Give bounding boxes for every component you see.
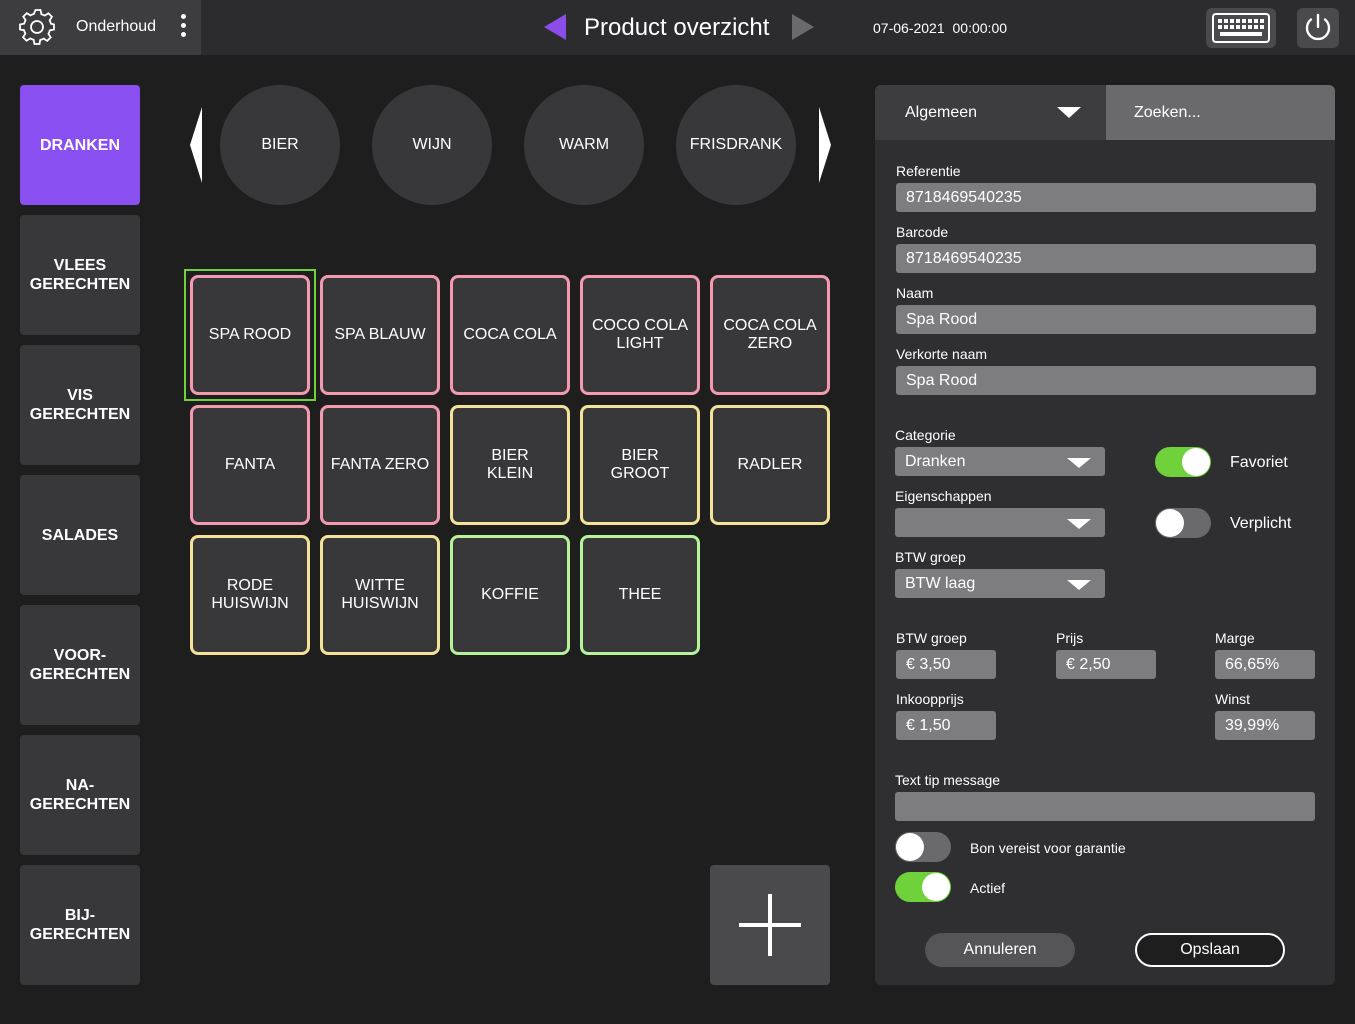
maintenance-menu[interactable]: Onderhoud xyxy=(0,0,201,55)
categorie-label: Categorie xyxy=(895,427,956,443)
prijs-field[interactable]: € 2,50 xyxy=(1056,650,1156,679)
price-incl-btw-field[interactable]: € 3,50 xyxy=(896,650,996,679)
winst-label: Winst xyxy=(1215,691,1250,707)
btw-groep-label: BTW groep xyxy=(895,549,966,565)
product-tile[interactable]: COCA COLA xyxy=(450,275,570,395)
product-tile[interactable]: FANTA xyxy=(190,405,310,525)
category-vis-gerechten[interactable]: VIS GERECHTEN xyxy=(20,345,140,465)
referentie-field[interactable]: 8718469540235 xyxy=(896,183,1316,212)
product-tile[interactable]: FANTA ZERO xyxy=(320,405,440,525)
categorie-value: Dranken xyxy=(905,453,966,470)
page-title: Product overzicht xyxy=(584,14,770,41)
category-dranken[interactable]: DRANKEN xyxy=(20,85,140,205)
product-tile[interactable]: KOFFIE xyxy=(450,535,570,655)
favoriet-label: Favoriet xyxy=(1230,454,1288,471)
barcode-field[interactable]: 8718469540235 xyxy=(896,244,1316,273)
keyboard-icon xyxy=(1212,13,1270,43)
product-tile[interactable]: SPA ROOD xyxy=(190,275,310,395)
power-icon xyxy=(1305,13,1331,41)
barcode-label: Barcode xyxy=(896,224,949,240)
top-bar: Onderhoud Product overzicht 07-06-2021 0… xyxy=(0,0,1355,55)
datetime: 07-06-2021 00:00:00 xyxy=(873,20,1007,36)
eigenschappen-label: Eigenschappen xyxy=(895,488,992,504)
add-product-button[interactable] xyxy=(710,865,830,985)
product-tile[interactable]: WITTE HUISWIJN xyxy=(320,535,440,655)
actief-toggle[interactable] xyxy=(895,872,951,902)
verkorte-naam-field[interactable]: Spa Rood xyxy=(896,366,1316,395)
tab-general-label: Algemeen xyxy=(905,104,978,121)
bon-vereist-label: Bon vereist voor garantie xyxy=(970,840,1126,856)
marge-field[interactable]: 66,65% xyxy=(1215,650,1315,679)
winst-field[interactable]: 39,99% xyxy=(1215,711,1315,740)
verplicht-label: Verplicht xyxy=(1230,515,1292,532)
text-tip-label: Text tip message xyxy=(895,772,1001,788)
chevron-down-icon xyxy=(1067,580,1091,590)
verkorte-naam-label: Verkorte naam xyxy=(896,346,988,362)
chevron-down-icon xyxy=(1057,107,1081,118)
category-voor-gerechten[interactable]: VOOR- GERECHTEN xyxy=(20,605,140,725)
favoriet-toggle[interactable] xyxy=(1155,447,1211,477)
gear-icon xyxy=(19,9,55,45)
categorie-select[interactable]: Dranken xyxy=(895,447,1105,476)
menu-label: Onderhoud xyxy=(76,18,157,35)
bon-vereist-toggle[interactable] xyxy=(895,832,951,862)
product-tile[interactable]: BIER KLEIN xyxy=(450,405,570,525)
product-tile[interactable]: THEE xyxy=(580,535,700,655)
subcategory-frisdrank[interactable]: FRISDRANK xyxy=(676,85,796,205)
search-tab[interactable]: Zoeken... xyxy=(1106,85,1335,140)
eigenschappen-select[interactable] xyxy=(895,508,1105,537)
previous-page-arrow-icon[interactable] xyxy=(544,14,566,40)
time: 00:00:00 xyxy=(952,20,1008,36)
referentie-label: Referentie xyxy=(896,163,961,179)
inkoopprijs-field[interactable]: € 1,50 xyxy=(896,711,996,740)
chevron-down-icon xyxy=(1067,458,1091,468)
category-bij-gerechten[interactable]: BIJ- GERECHTEN xyxy=(20,865,140,985)
subcategory-next-arrow-icon[interactable] xyxy=(819,107,831,183)
btw-groep-value: BTW laag xyxy=(905,575,976,592)
kebab-menu-icon[interactable] xyxy=(176,14,190,40)
date: 07-06-2021 xyxy=(873,20,945,36)
naam-field[interactable]: Spa Rood xyxy=(896,305,1316,334)
verplicht-toggle[interactable] xyxy=(1155,508,1211,538)
chevron-down-icon xyxy=(1067,519,1091,529)
category-vlees-gerechten[interactable]: VLEES GERECHTEN xyxy=(20,215,140,335)
subcategory-warm[interactable]: WARM xyxy=(524,85,644,205)
subcategory-prev-arrow-icon[interactable] xyxy=(190,107,202,183)
tab-general-dropdown[interactable]: Algemeen xyxy=(875,85,1106,140)
product-tile[interactable]: SPA BLAUW xyxy=(320,275,440,395)
price-btw-label: BTW groep xyxy=(896,630,967,646)
text-tip-field[interactable] xyxy=(895,792,1315,821)
naam-label: Naam xyxy=(896,285,934,301)
category-na-gerechten[interactable]: NA- GERECHTEN xyxy=(20,735,140,855)
marge-label: Marge xyxy=(1215,630,1255,646)
next-page-arrow-icon[interactable] xyxy=(792,14,814,40)
subcategory-wijn[interactable]: WIJN xyxy=(372,85,492,205)
prijs-label: Prijs xyxy=(1056,630,1084,646)
search-label: Zoeken... xyxy=(1134,104,1201,121)
inkoopprijs-label: Inkoopprijs xyxy=(896,691,964,707)
actief-label: Actief xyxy=(970,880,1006,896)
product-tile[interactable]: RADLER xyxy=(710,405,830,525)
product-tile[interactable]: BIER GROOT xyxy=(580,405,700,525)
btw-groep-select[interactable]: BTW laag xyxy=(895,569,1105,598)
save-button[interactable]: Opslaan xyxy=(1135,933,1285,967)
category-salades[interactable]: SALADES xyxy=(20,475,140,595)
product-tile[interactable]: RODE HUISWIJN xyxy=(190,535,310,655)
cancel-button[interactable]: Annuleren xyxy=(925,933,1075,967)
power-button[interactable] xyxy=(1297,8,1339,48)
product-detail-panel: Algemeen Zoeken... Referentie 8718469540… xyxy=(875,85,1335,985)
keyboard-button[interactable] xyxy=(1206,8,1276,48)
product-tile[interactable]: COCA COLA ZERO xyxy=(710,275,830,395)
subcategory-bier[interactable]: BIER xyxy=(220,85,340,205)
product-tile[interactable]: COCO COLA LIGHT xyxy=(580,275,700,395)
